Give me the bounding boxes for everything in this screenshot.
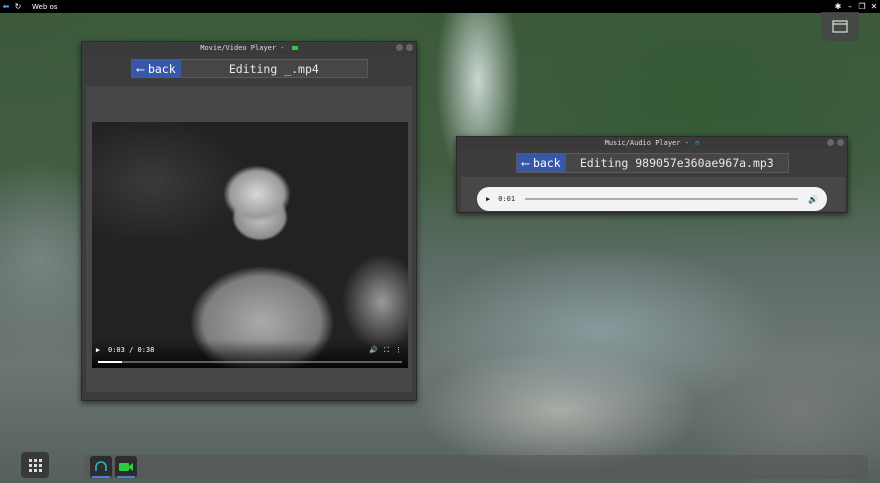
refresh-icon[interactable]: ↻ [12,0,24,13]
video-player-app[interactable] [115,456,137,478]
window-overview-button[interactable] [821,12,859,41]
video-edit-bar: ⟵ back Editing _.mp4 [131,59,368,78]
minimize-dot[interactable] [827,139,834,146]
arrow-left-icon: ⟵ [137,61,144,76]
close-icon[interactable]: ✕ [868,0,880,13]
video-controls: ▶ 0:03 / 0:38 🔊 ⛶ ⋮ [92,340,408,368]
more-options-icon[interactable]: ⋮ [395,346,402,355]
headphones-icon [95,461,107,471]
minimize-dot[interactable] [396,44,403,51]
back-label: back [532,156,561,170]
top-bar: ⬅ ↻ Web os ✱ – ❐ ✕ [0,0,880,13]
volume-icon[interactable]: 🔊 [808,195,818,204]
audio-time: 0:01 [498,195,516,203]
video-seek-progress [98,361,123,363]
video-seek-bar[interactable] [98,361,402,363]
video-player-window: Movie/Video Player - ⟵ back Editing _.mp… [81,41,417,401]
audio-player[interactable]: ▶ 0:01 🔊 [477,187,827,211]
audio-editing-label: Editing 989057e360ae967a.mp3 [579,156,774,170]
browser-title: Web os [32,2,58,11]
video-status-icon [291,46,298,50]
active-indicator [117,476,135,478]
arrow-left-icon[interactable]: ⬅ [0,0,12,13]
fullscreen-icon[interactable]: ⛶ [384,346,389,355]
video-back-button[interactable]: ⟵ back [132,60,181,77]
close-dot[interactable] [406,44,413,51]
volume-icon[interactable]: 🔊 [369,346,378,355]
audio-seek-bar[interactable] [525,198,799,200]
audio-player-app[interactable] [90,456,112,478]
audio-back-button[interactable]: ⟵ back [517,154,566,172]
video-frame [92,122,408,368]
back-label: back [147,61,176,76]
video-window-title: Movie/Video Player - [200,44,285,52]
headphones-icon: ∩ [695,139,700,147]
video-camera-icon [119,463,133,471]
active-indicator [92,476,110,478]
play-icon[interactable]: ▶ [486,195,490,203]
arrow-left-icon: ⟵ [522,156,529,170]
play-icon[interactable]: ▶ [92,346,104,354]
audio-edit-bar: ⟵ back Editing 989057e360ae967a.mp3 [516,153,789,173]
audio-window-titlebar[interactable]: Music/Audio Player - ∩ [457,137,847,149]
app-launcher-button[interactable] [21,452,49,478]
audio-window-title: Music/Audio Player - [604,139,689,147]
grid-icon [28,458,32,462]
taskbar-dock [84,455,868,479]
close-dot[interactable] [837,139,844,146]
video-window-titlebar[interactable]: Movie/Video Player - [82,42,416,54]
video-player[interactable]: ▶ 0:03 / 0:38 🔊 ⛶ ⋮ [92,122,408,368]
video-editing-label: Editing _.mp4 [228,61,319,76]
audio-player-window: Music/Audio Player - ∩ ⟵ back Editing 98… [456,136,848,213]
video-time: 0:03 / 0:38 [108,346,155,354]
window-icon [832,20,848,33]
